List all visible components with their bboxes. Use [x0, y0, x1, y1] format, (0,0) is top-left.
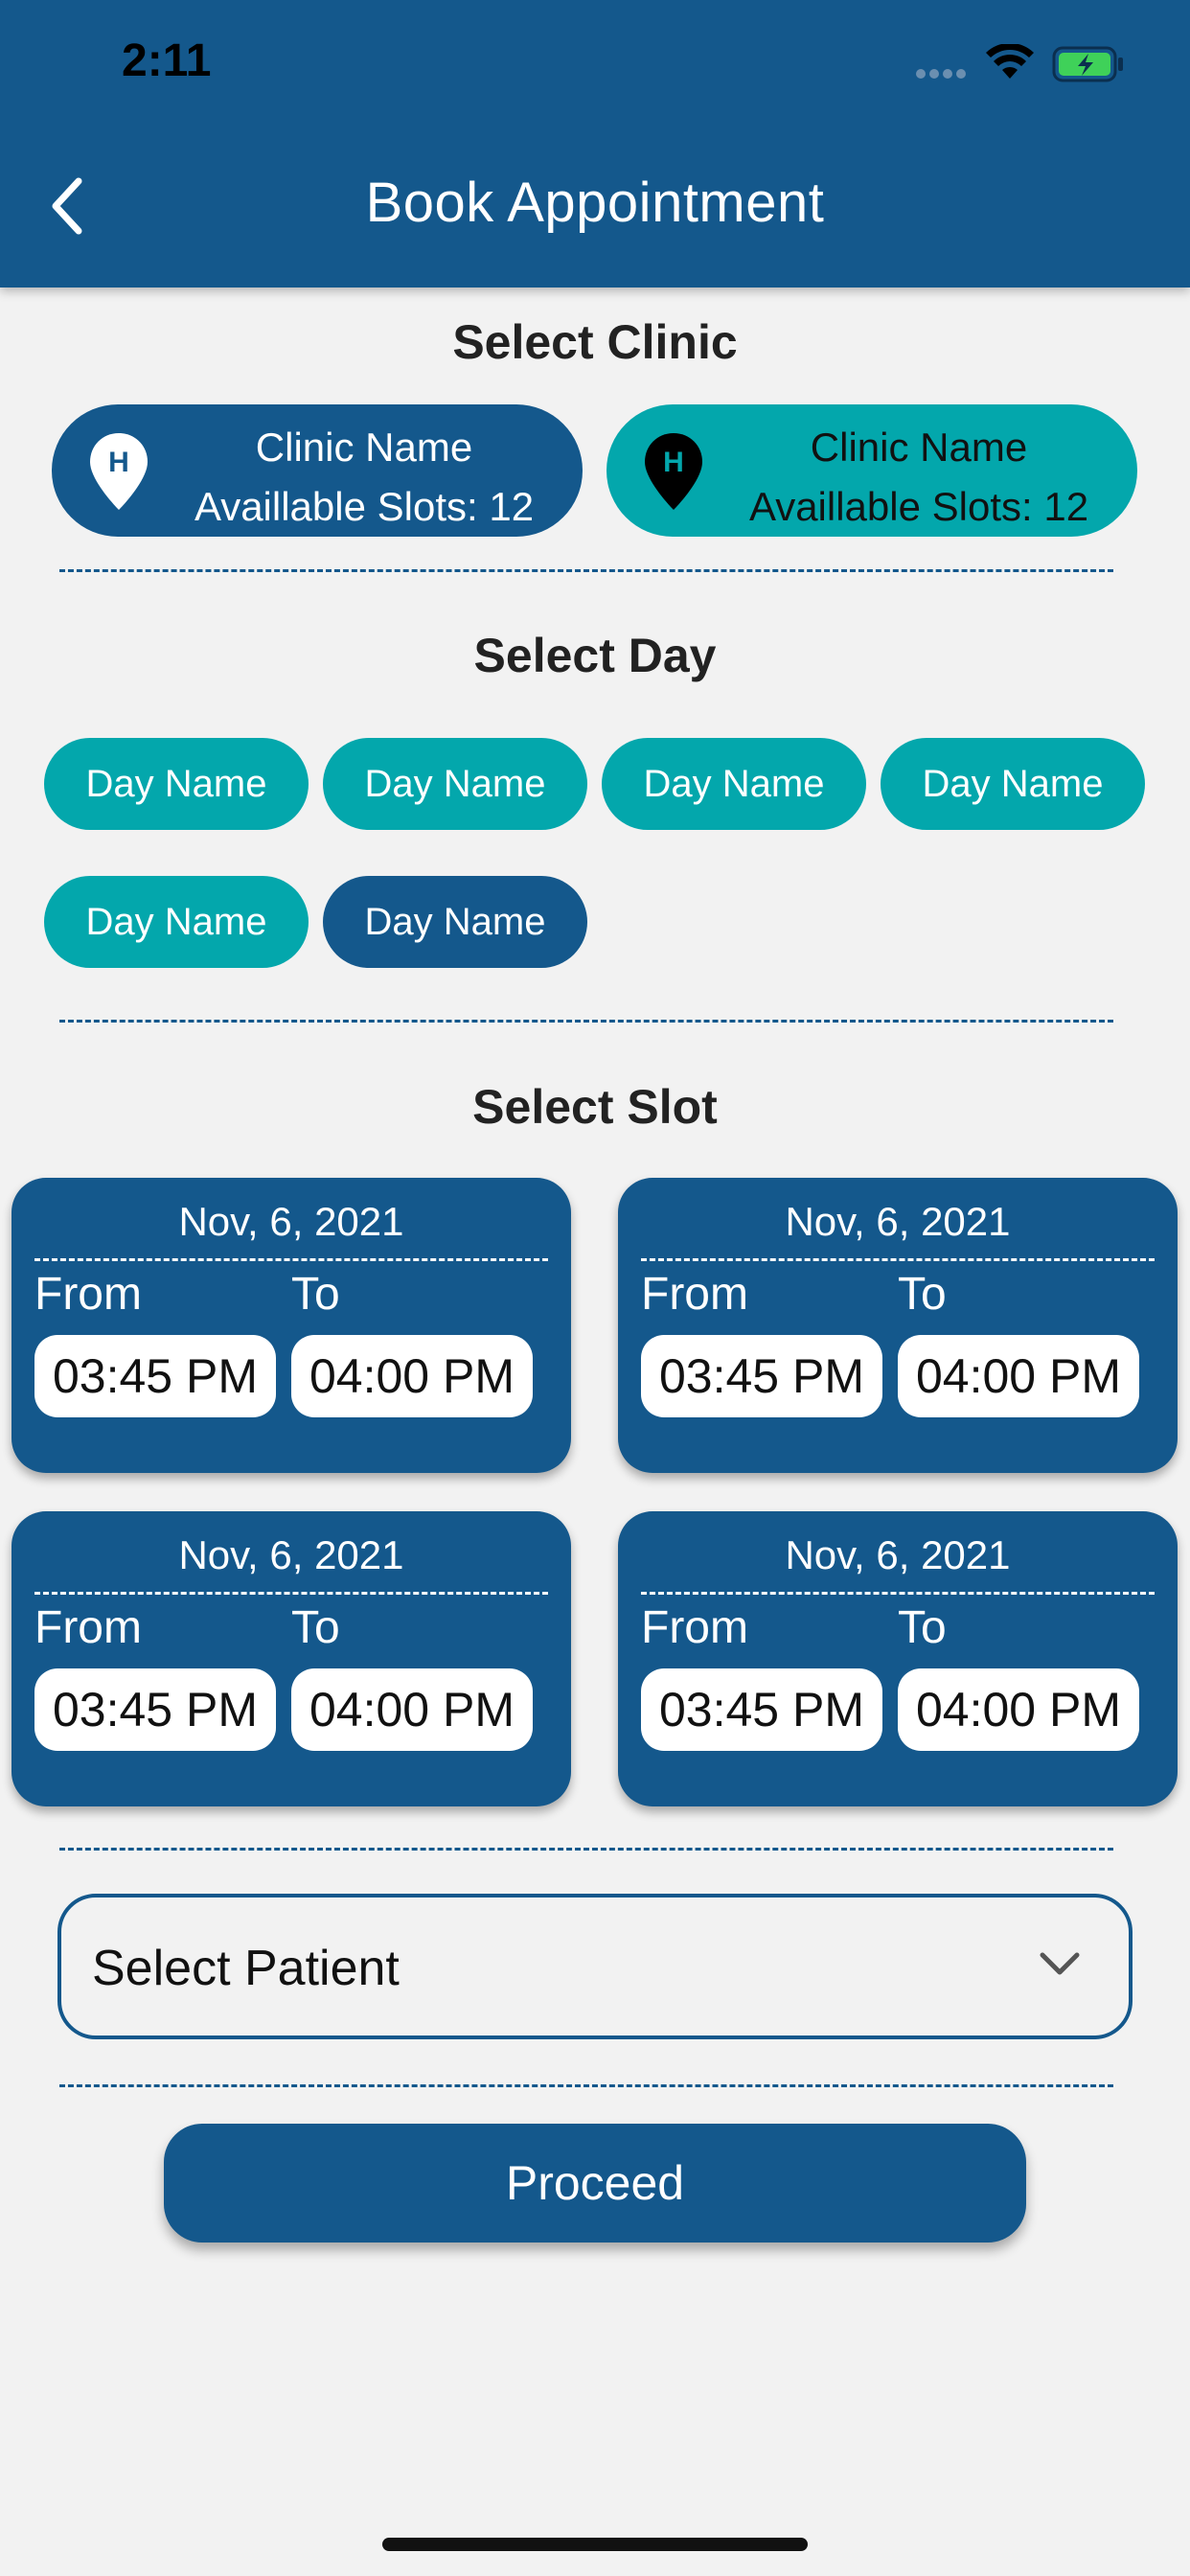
slot-divider — [34, 1258, 548, 1261]
to-label: To — [291, 1269, 340, 1320]
from-label: From — [641, 1602, 748, 1653]
section-divider — [59, 1020, 1113, 1023]
chevron-down-icon — [1040, 1952, 1080, 1975]
to-time: 04:00 PM — [291, 1668, 533, 1751]
day-option-5[interactable]: Day Name — [44, 876, 309, 968]
from-time: 03:45 PM — [641, 1335, 882, 1417]
slot-date: Nov, 6, 2021 — [178, 1199, 404, 1244]
select-patient-dropdown[interactable]: Select Patient — [57, 1894, 1133, 2039]
from-label: From — [34, 1602, 142, 1653]
status-time: 2:11 — [122, 35, 212, 86]
from-label: From — [34, 1269, 142, 1320]
svg-text:H: H — [663, 447, 684, 478]
to-time: 04:00 PM — [291, 1335, 533, 1417]
select-day-heading: Select Day — [473, 629, 717, 682]
slot-date: Nov, 6, 2021 — [785, 1532, 1011, 1577]
battery-charging-icon — [1052, 46, 1123, 82]
clinic-name: Clinic Name — [255, 425, 473, 470]
select-clinic-heading: Select Clinic — [452, 315, 738, 369]
from-label: From — [641, 1269, 748, 1320]
page-title: Book Appointment — [365, 172, 825, 234]
clinic-available-slots: Availlable Slots: 12 — [748, 484, 1089, 529]
day-option-3[interactable]: Day Name — [602, 738, 866, 830]
clinic-option-2[interactable]: H Clinic Name Availlable Slots: 12 — [606, 404, 1137, 537]
section-divider — [59, 569, 1113, 572]
to-label: To — [898, 1602, 947, 1653]
to-label: To — [898, 1269, 947, 1320]
hospital-pin-icon: H — [645, 433, 702, 510]
svg-text:H: H — [108, 447, 129, 478]
day-option-6-selected[interactable]: Day Name — [323, 876, 587, 968]
slot-divider — [34, 1592, 548, 1595]
day-option-1[interactable]: Day Name — [44, 738, 309, 830]
cellular-signal-icon — [916, 69, 966, 79]
select-slot-heading: Select Slot — [472, 1080, 718, 1134]
slot-card-2[interactable]: Nov, 6, 2021 From To 03:45 PM 04:00 PM — [618, 1178, 1178, 1473]
app-header: 2:11 Book Appointment — [0, 0, 1190, 288]
book-appointment-screen: 2:11 Book Appointment Select Clinic H Cl… — [0, 0, 1190, 2576]
slot-divider — [641, 1592, 1155, 1595]
slot-card-1[interactable]: Nov, 6, 2021 From To 03:45 PM 04:00 PM — [11, 1178, 571, 1473]
to-time: 04:00 PM — [898, 1335, 1139, 1417]
wifi-icon — [986, 44, 1034, 79]
from-time: 03:45 PM — [34, 1668, 276, 1751]
section-divider — [59, 2084, 1113, 2087]
section-divider — [59, 1848, 1113, 1851]
to-time: 04:00 PM — [898, 1668, 1139, 1751]
day-option-4[interactable]: Day Name — [881, 738, 1145, 830]
proceed-button[interactable]: Proceed — [164, 2124, 1026, 2242]
clinic-name: Clinic Name — [810, 425, 1028, 470]
clinic-available-slots: Availlable Slots: 12 — [194, 484, 535, 529]
clinic-option-1[interactable]: H Clinic Name Availlable Slots: 12 — [52, 404, 583, 537]
select-patient-label: Select Patient — [92, 1941, 400, 1996]
slot-date: Nov, 6, 2021 — [785, 1199, 1011, 1244]
day-option-2[interactable]: Day Name — [323, 738, 587, 830]
home-indicator[interactable] — [382, 2538, 808, 2551]
from-time: 03:45 PM — [641, 1668, 882, 1751]
to-label: To — [291, 1602, 340, 1653]
slot-divider — [641, 1258, 1155, 1261]
slot-card-4[interactable]: Nov, 6, 2021 From To 03:45 PM 04:00 PM — [618, 1511, 1178, 1806]
hospital-pin-icon: H — [90, 433, 148, 510]
slot-date: Nov, 6, 2021 — [178, 1532, 404, 1577]
from-time: 03:45 PM — [34, 1335, 276, 1417]
slot-card-3[interactable]: Nov, 6, 2021 From To 03:45 PM 04:00 PM — [11, 1511, 571, 1806]
